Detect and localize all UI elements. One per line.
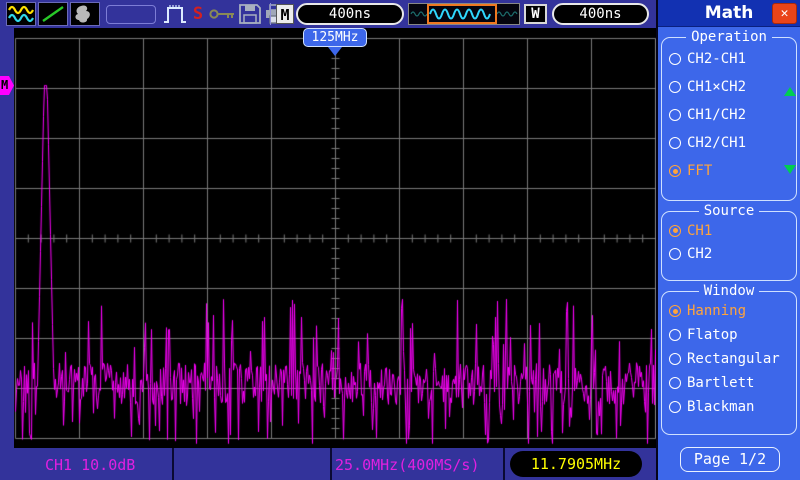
statusbar-divider [330, 448, 332, 480]
option-label: Blackman [687, 399, 755, 415]
option-label: CH1×CH2 [687, 79, 747, 95]
option-label: FFT [687, 163, 713, 179]
statusbar-divider [172, 448, 174, 480]
option-fft[interactable]: FFT [662, 158, 796, 184]
radio-icon [669, 305, 681, 317]
option-label: Bartlett [687, 375, 755, 391]
option-label: CH1 [687, 222, 713, 239]
empty-slot [106, 4, 156, 24]
radio-icon [669, 81, 681, 93]
oscilloscope-screen: { "colors": { "bar_bg": "#33339B", "pane… [0, 0, 800, 480]
hand-icon[interactable] [70, 2, 100, 26]
window-timebase-icon: W [524, 4, 547, 24]
radio-icon [669, 353, 681, 365]
left-margin-strip: M [0, 28, 14, 448]
scroll-up-arrow[interactable] [784, 87, 796, 96]
option-label: Rectangular [687, 351, 780, 367]
operation-group: Operation CH2-CH1 CH1×CH2 CH1/CH2 CH2/CH… [661, 29, 797, 201]
option-ch1-div-ch2[interactable]: CH1/CH2 [662, 102, 796, 128]
close-icon: ✕ [780, 6, 789, 21]
toolbar-icon-group: S [6, 2, 290, 26]
scroll-down-arrow[interactable] [784, 165, 796, 174]
cursor-frequency-readout: 11.7905MHz [510, 451, 642, 477]
radio-icon [669, 137, 681, 149]
waveform-zoom-preview[interactable] [408, 3, 520, 25]
page-button[interactable]: Page 1/2 [680, 447, 780, 472]
window-group: Window Hanning Flatop Rectangular Bartle… [661, 283, 797, 435]
center-frequency-pointer-icon [328, 47, 342, 56]
channel-waveforms-icon[interactable] [6, 2, 36, 26]
math-menu-panel: Math ✕ Operation CH2-CH1 CH1×CH2 CH1/CH2… [656, 0, 800, 480]
option-label: CH2/CH1 [687, 135, 747, 151]
main-timebase-icon: M [276, 4, 294, 24]
toolbar-divider [270, 3, 271, 25]
option-label: Hanning [687, 303, 747, 319]
key-lock-icon[interactable] [208, 2, 236, 26]
frequency-scale-readout: 25.0MHz(400MS/s) [335, 456, 480, 474]
option-source-ch1[interactable]: CH1 [662, 219, 796, 242]
radio-icon [669, 224, 681, 237]
window-group-title: Window [703, 283, 755, 299]
draw-line-icon[interactable] [38, 2, 68, 26]
source-group: Source CH1 CH2 [661, 203, 797, 281]
operation-group-title: Operation [691, 29, 767, 45]
ch1-scale-readout: CH1 10.0dB [45, 456, 136, 474]
save-floppy-icon[interactable] [238, 2, 262, 26]
panel-title-bar: Math ✕ [658, 0, 800, 27]
option-label: CH1/CH2 [687, 107, 747, 123]
option-window-flatop[interactable]: Flatop [662, 323, 796, 347]
option-window-hanning[interactable]: Hanning [662, 299, 796, 323]
radio-icon [669, 109, 681, 121]
window-timebase-readout[interactable]: 400ns [552, 3, 649, 25]
option-label: CH2 [687, 245, 713, 262]
option-window-bartlett[interactable]: Bartlett [662, 371, 796, 395]
radio-icon [669, 329, 681, 341]
close-button[interactable]: ✕ [772, 3, 797, 24]
center-frequency-badge[interactable]: 125MHz [303, 28, 367, 47]
radio-icon [669, 247, 681, 260]
top-toolbar: S M 400ns W 400ns [0, 0, 656, 28]
radio-icon [669, 53, 681, 65]
option-window-rectangular[interactable]: Rectangular [662, 347, 796, 371]
option-source-ch2[interactable]: CH2 [662, 242, 796, 265]
option-label: Flatop [687, 327, 738, 343]
option-ch2-div-ch1[interactable]: CH2/CH1 [662, 130, 796, 156]
option-window-blackman[interactable]: Blackman [662, 395, 796, 419]
main-timebase-readout[interactable]: 400ns [296, 3, 404, 25]
math-trace-position-marker[interactable]: M [0, 76, 14, 95]
radio-icon [669, 401, 681, 413]
waveform-display: 125MHz [14, 28, 656, 448]
pulse-icon[interactable] [162, 2, 188, 26]
source-group-title: Source [703, 203, 755, 219]
fft-spectrum-canvas [14, 28, 656, 448]
option-ch2-minus-ch1[interactable]: CH2-CH1 [662, 46, 796, 72]
option-ch1-times-ch2[interactable]: CH1×CH2 [662, 74, 796, 100]
status-bar: CH1 10.0dB 25.0MHz(400MS/s) 11.7905MHz [0, 448, 656, 480]
s-indicator: S [192, 4, 204, 24]
radio-icon [669, 165, 681, 177]
option-label: CH2-CH1 [687, 51, 747, 67]
statusbar-divider [503, 448, 505, 480]
radio-icon [669, 377, 681, 389]
